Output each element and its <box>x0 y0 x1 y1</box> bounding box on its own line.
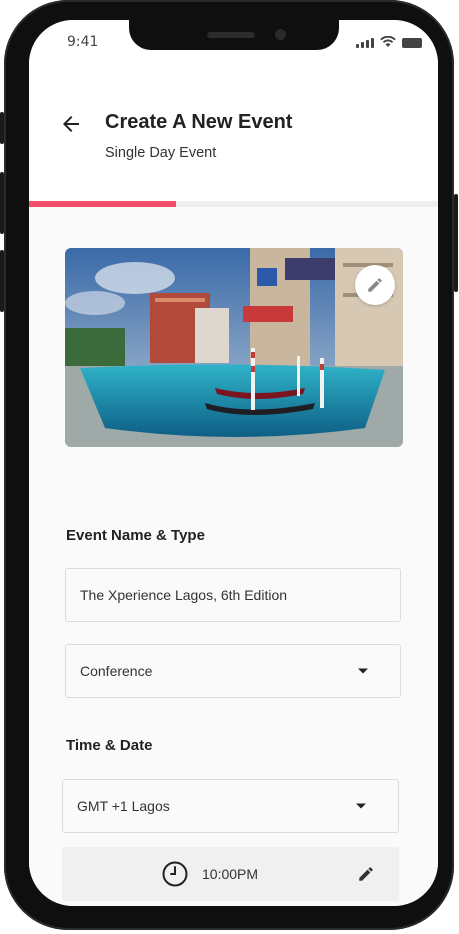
event-name-type-heading: Event Name & Type <box>66 527 205 544</box>
event-name-field[interactable] <box>65 568 401 622</box>
timezone-select[interactable]: GMT +1 Lagos <box>62 779 399 833</box>
mute-switch <box>0 112 4 144</box>
dropdown-caret-icon <box>356 803 366 809</box>
battery-icon <box>402 38 422 48</box>
event-name-input[interactable] <box>80 587 360 603</box>
signal-icon <box>356 38 374 48</box>
pencil-icon <box>368 278 382 292</box>
front-camera <box>275 29 286 40</box>
event-type-select[interactable]: Conference <box>65 644 401 698</box>
volume-up-button <box>0 172 4 234</box>
status-time: 9:41 <box>67 34 99 50</box>
back-arrow-icon[interactable] <box>59 112 83 136</box>
timezone-value: GMT +1 Lagos <box>77 798 170 814</box>
form-content: Event Name & Type Conference Time & Date… <box>29 207 438 906</box>
event-type-value: Conference <box>80 663 153 679</box>
edit-time-pencil-icon[interactable] <box>357 865 375 883</box>
wifi-icon <box>380 36 396 47</box>
speaker-grille <box>207 32 255 38</box>
page-subtitle: Single Day Event <box>105 145 217 161</box>
edit-cover-button[interactable] <box>355 265 395 305</box>
phone-frame: 9:41 Create A New Event Single Day Event <box>0 0 458 930</box>
clock-icon <box>162 861 188 887</box>
cover-photo <box>65 248 403 447</box>
time-date-heading: Time & Date <box>66 737 153 754</box>
dropdown-caret-icon <box>358 668 368 674</box>
screen: 9:41 Create A New Event Single Day Event <box>29 20 438 906</box>
event-cover-image[interactable] <box>65 248 403 447</box>
notch <box>129 20 339 50</box>
status-icons <box>356 36 422 48</box>
page-title: Create A New Event <box>105 111 293 133</box>
volume-down-button <box>0 250 4 312</box>
time-value: 10:00PM <box>202 866 259 882</box>
power-button <box>454 194 458 292</box>
time-picker-row[interactable]: 10:00PM <box>62 847 399 901</box>
